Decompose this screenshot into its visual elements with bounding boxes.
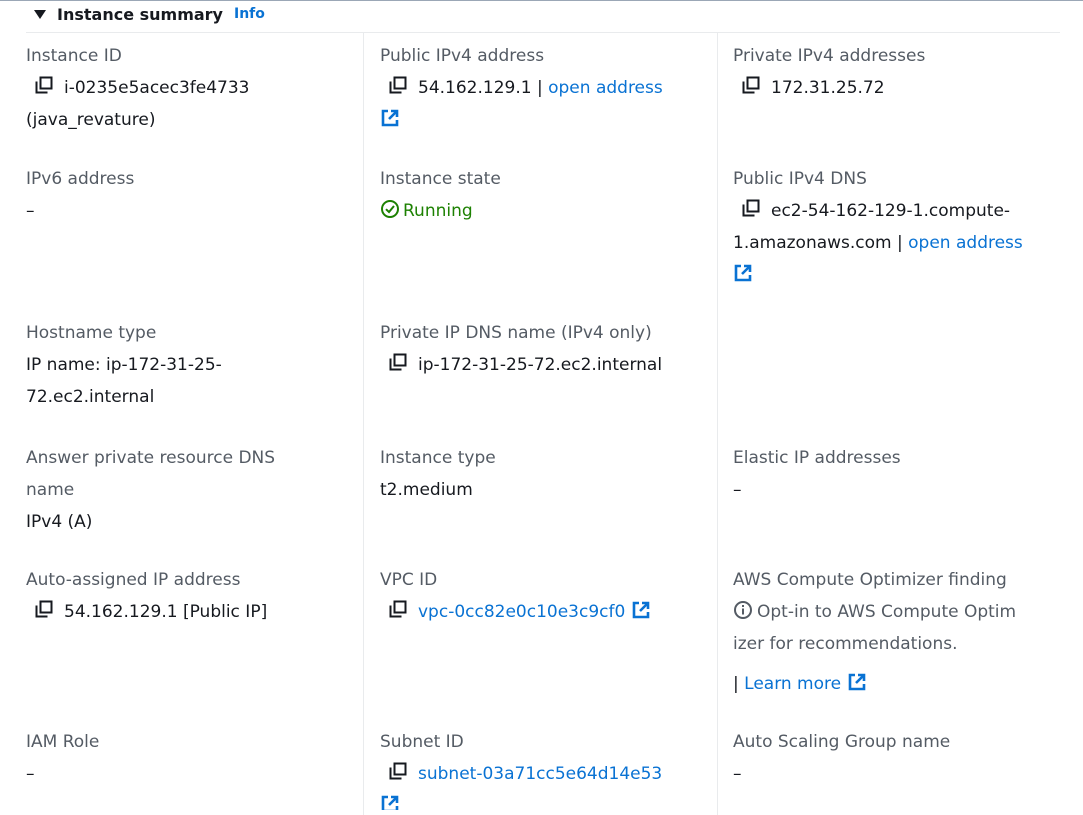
copy-icon[interactable] [388,352,408,372]
external-link-icon[interactable] [380,108,400,128]
ipv6-value: – [26,201,35,221]
column-divider [717,33,718,815]
field-label: Auto-assigned IP address [26,570,241,590]
info-circle-icon [734,601,752,619]
caret-down-icon[interactable] [34,9,46,19]
field-private-dns: Private IP DNS name (IPv4 only) ip-172-3… [380,317,710,381]
field-label: Public IPv4 DNS [733,169,867,189]
external-link-icon[interactable] [380,794,400,810]
field-label-line1: Answer private resource DNS [26,448,276,468]
external-link-icon[interactable] [847,672,867,692]
field-vpc-id: VPC ID vpc-0cc82e0c10e3c9cf0 [380,564,710,628]
copy-icon[interactable] [388,75,408,95]
field-auto-ip: Auto-assigned IP address 54.162.129.1 [P… [26,564,351,628]
field-private-ipv4: Private IPv4 addresses 172.31.25.72 [733,40,1063,104]
instance-id-value: i-0235e5acec3fe4733 [64,78,250,98]
field-answer-dns: Answer private resource DNS name IPv4 (A… [26,442,351,538]
learn-more-link[interactable]: Learn more [744,674,841,694]
field-instance-id: Instance ID i-0235e5acec3fe4733 (java_re… [26,40,351,136]
field-instance-type: Instance type t2.medium [380,442,705,506]
elastic-ip-value: – [733,480,742,500]
separator: | [733,674,739,694]
hostname-type-value-line1: IP name: ip-172-31-25- [26,355,222,375]
optimizer-text-line1: Opt-in to AWS Compute Optim [757,602,1017,622]
separator: | [897,233,903,253]
field-instance-state: Instance state Running [380,163,705,227]
copy-icon[interactable] [388,599,408,619]
field-subnet-id: Subnet ID subnet-03a71cc5e64d14e53 [380,726,710,810]
copy-icon[interactable] [388,761,408,781]
status-running-icon [381,200,399,218]
field-label: Subnet ID [380,732,464,752]
field-label: AWS Compute Optimizer finding [733,570,1007,590]
public-dns-value-line1: ec2-54-162-129-1.compute- [771,201,1011,221]
copy-icon[interactable] [34,599,54,619]
field-hostname-type: Hostname type IP name: ip-172-31-25- 72.… [26,317,351,413]
answer-dns-value: IPv4 (A) [26,512,93,532]
copy-icon[interactable] [34,75,54,95]
instance-state-value: Running [403,201,473,221]
section-title[interactable]: Instance summary [57,5,223,24]
field-public-ipv4: Public IPv4 address 54.162.129.1 | open … [380,40,705,136]
field-elastic-ip: Elastic IP addresses – [733,442,1063,506]
field-label: Private IP DNS name (IPv4 only) [380,323,652,343]
open-address-link[interactable]: open address [908,233,1023,253]
field-label: Instance ID [26,46,122,66]
field-label: IAM Role [26,732,100,752]
field-label: Public IPv4 address [380,46,545,66]
field-label: IPv6 address [26,169,135,189]
public-ipv4-value: 54.162.129.1 [418,78,532,98]
external-link-icon[interactable] [631,600,651,620]
instance-name-value: (java_revature) [26,110,156,130]
separator: | [536,78,543,98]
field-label: Elastic IP addresses [733,448,901,468]
hostname-type-value-line2: 72.ec2.internal [26,387,155,407]
header-divider [26,32,1060,33]
field-ipv6: IPv6 address – [26,163,351,227]
field-asg-name: Auto Scaling Group name – [733,726,1063,790]
field-iam-role: IAM Role – [26,726,351,790]
auto-ip-value: 54.162.129.1 [Public IP] [64,602,268,622]
vpc-id-link[interactable]: vpc-0cc82e0c10e3c9cf0 [418,602,625,622]
optimizer-text-line2: izer for recommendations. [733,634,958,654]
private-dns-value: ip-172-31-25-72.ec2.internal [418,355,663,375]
field-public-dns: Public IPv4 DNS ec2-54-162-129-1.compute… [733,163,1073,291]
top-border [0,0,1083,1]
copy-icon[interactable] [741,198,761,218]
field-compute-optimizer: AWS Compute Optimizer finding Opt-in to … [733,564,1073,700]
copy-icon[interactable] [741,75,761,95]
section-header: Instance summary Info [34,3,265,25]
field-label: Instance type [380,448,496,468]
field-label: Private IPv4 addresses [733,46,926,66]
private-ipv4-value: 172.31.25.72 [771,78,885,98]
iam-role-value: – [26,764,35,784]
open-address-link[interactable]: open address [548,78,663,98]
subnet-id-link[interactable]: subnet-03a71cc5e64d14e53 [418,764,662,784]
instance-type-value: t2.medium [380,480,473,500]
public-dns-value-line2: 1.amazonaws.com [733,233,892,253]
field-label: Auto Scaling Group name [733,732,951,752]
field-label: VPC ID [380,570,438,590]
column-divider [363,33,364,815]
external-link-icon[interactable] [733,263,753,283]
asg-name-value: – [733,764,742,784]
field-label: Instance state [380,169,501,189]
field-label: Hostname type [26,323,157,343]
info-link[interactable]: Info [234,6,265,22]
field-label-line2: name [26,480,75,500]
